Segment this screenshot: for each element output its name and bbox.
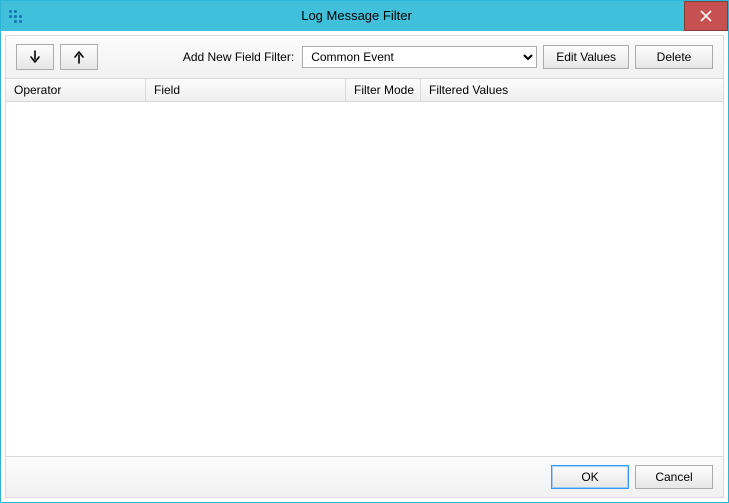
- move-down-button[interactable]: [16, 44, 54, 70]
- arrow-down-icon: [29, 50, 41, 64]
- cancel-button[interactable]: Cancel: [635, 465, 713, 489]
- field-filter-select[interactable]: Common Event: [302, 46, 537, 68]
- toolbar: Add New Field Filter: Common Event Edit …: [5, 35, 724, 79]
- edit-values-button[interactable]: Edit Values: [543, 45, 629, 69]
- app-icon: [1, 1, 29, 31]
- dialog-footer: OK Cancel: [5, 457, 724, 498]
- column-field[interactable]: Field: [146, 79, 346, 101]
- close-icon: [700, 10, 712, 22]
- delete-button[interactable]: Delete: [635, 45, 713, 69]
- column-operator[interactable]: Operator: [6, 79, 146, 101]
- ok-button[interactable]: OK: [551, 465, 629, 489]
- titlebar: Log Message Filter: [1, 1, 728, 31]
- move-up-button[interactable]: [60, 44, 98, 70]
- add-new-label: Add New Field Filter:: [183, 50, 294, 64]
- dialog-window: Log Message Filter Add New Field Filter:: [0, 0, 729, 503]
- window-title: Log Message Filter: [29, 1, 684, 31]
- column-filtered-values[interactable]: Filtered Values: [421, 79, 723, 101]
- arrow-up-icon: [73, 50, 85, 64]
- grid-body[interactable]: [6, 102, 723, 456]
- column-filter-mode[interactable]: Filter Mode: [346, 79, 421, 101]
- filter-grid: Operator Field Filter Mode Filtered Valu…: [5, 79, 724, 457]
- grid-header: Operator Field Filter Mode Filtered Valu…: [6, 79, 723, 102]
- close-button[interactable]: [684, 1, 728, 31]
- client-area: Add New Field Filter: Common Event Edit …: [1, 31, 728, 502]
